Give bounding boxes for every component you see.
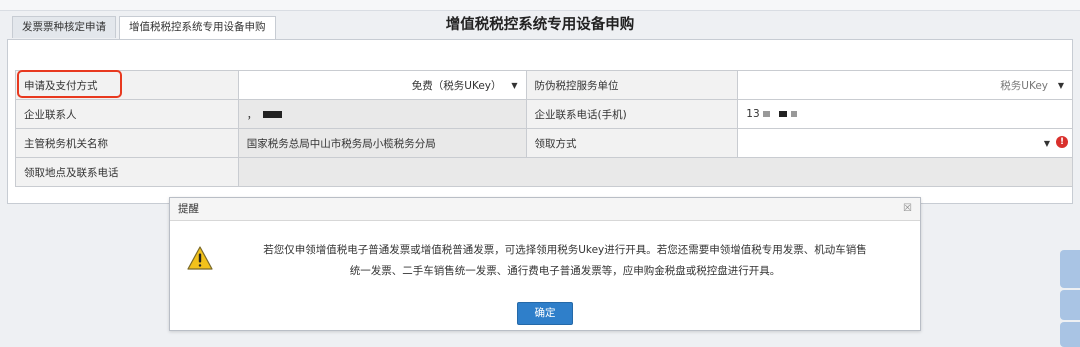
side-tool-button[interactable] [1060,290,1080,320]
payment-method-select[interactable]: 免费（税务UKey） ▼ [237,70,527,100]
service-unit-value: 税务UKey [1000,79,1048,92]
redacted-block [262,111,282,118]
dialog-message-line-1: 若您仅申领增值税电子普通发票或增值税普通发票，可选择领用税务Ukey进行开具。若… [263,244,867,256]
caret-down-icon[interactable]: ▼ [511,81,517,90]
redacted-block [763,111,770,117]
top-toolbar-strip [0,0,1080,11]
tax-authority-value: 国家税务总局中山市税务局小榄税务分局 [237,128,527,158]
contact-phone-label: 企业联系电话(手机) [525,99,739,129]
contact-person-label: 企业联系人 [15,99,239,129]
side-tool-button[interactable] [1060,250,1080,288]
dialog-message-line-2: 统一发票、二手车销售统一发票、通行费电子普通发票等，应申购金税盘或税控盘进行开具… [349,265,781,277]
table-row: 主管税务机关名称 国家税务总局中山市税务局小榄税务分局 领取方式 ▼ ! [15,128,1073,158]
error-icon: ! [1056,136,1068,148]
pickup-location-field[interactable] [237,157,1074,187]
reminder-dialog: 提醒 ☒ 若您仅申领增值税电子普通发票或增值税普通发票，可选择领用税务Ukey进… [169,197,921,331]
dialog-header: 提醒 ☒ [170,198,920,221]
application-form-table: 申请及支付方式 免费（税务UKey） ▼ 防伪税控服务单位 税务UKey ▼ 企… [15,70,1074,187]
warning-icon [187,246,213,273]
pickup-method-label: 领取方式 [525,128,739,158]
table-row: 申请及支付方式 免费（税务UKey） ▼ 防伪税控服务单位 税务UKey ▼ [15,70,1073,100]
dialog-message: 若您仅申领增值税电子普通发票或增值税普通发票，可选择领用税务Ukey进行开具。若… [220,240,910,282]
caret-down-icon[interactable]: ▼ [1044,139,1050,148]
redacted-block [790,111,797,117]
tax-authority-label: 主管税务机关名称 [15,128,239,158]
contact-phone-prefix: 13 [746,108,760,120]
table-row: 企业联系人 ， 企业联系电话(手机) 13 [15,99,1073,129]
caret-down-icon[interactable]: ▼ [1058,81,1064,90]
form-title: 增值税税控系统专用设备申购 [445,17,635,33]
table-row: 领取地点及联系电话 [15,157,1074,187]
redacted-block [779,111,788,117]
dialog-title: 提醒 [178,203,199,215]
pickup-location-label: 领取地点及联系电话 [15,157,239,187]
contact-phone-field[interactable]: 13 [737,99,1073,129]
confirm-button[interactable]: 确定 [517,302,573,325]
payment-method-label: 申请及支付方式 [15,70,239,100]
service-unit-label: 防伪税控服务单位 [525,70,739,100]
service-unit-select[interactable]: 税务UKey ▼ [737,70,1073,100]
side-tool-button[interactable] [1060,322,1080,347]
close-icon[interactable]: ☒ [903,198,912,220]
payment-method-value: 免费（税务UKey） [411,79,502,92]
pickup-method-select[interactable]: ▼ ! [737,128,1073,158]
contact-person-prefix: ， [246,108,258,121]
contact-person-field[interactable]: ， [237,99,527,129]
